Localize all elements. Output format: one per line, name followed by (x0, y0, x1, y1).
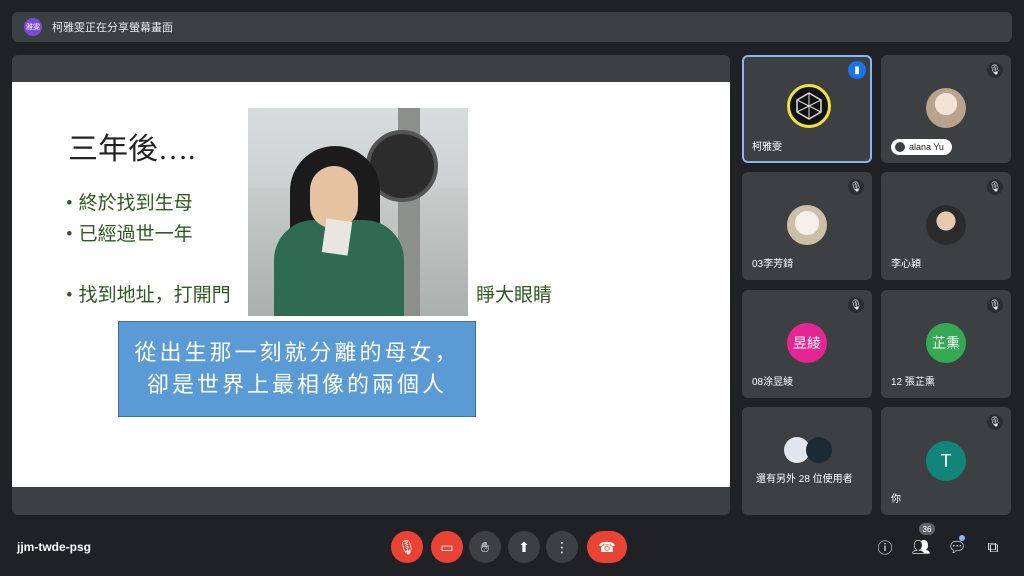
mic-off-icon: 🎙︎ (398, 538, 416, 555)
presentation-banner: 雅雯 柯雅雯正在分享螢幕畫面 (12, 12, 1012, 42)
speaking-icon: ▮ (848, 61, 866, 79)
participant-tile[interactable]: 🎙︎ 03李芳錡 (742, 172, 872, 280)
slide-photo (248, 108, 468, 316)
avatar (806, 437, 832, 463)
others-count-label: 還有另外 28 位使用者 (756, 474, 853, 485)
people-button[interactable]: 👥︎ (910, 536, 932, 558)
leave-call-button[interactable]: ☎ (587, 531, 627, 563)
bottom-control-bar: jjm-twde-psg 🎙︎ ▭ ✋︎ ⬆ ⋮ ☎ ⓘ 👥︎ 💬︎ ⧉ (0, 520, 1024, 576)
participant-name: 12 張芷熏 (891, 377, 935, 388)
participant-name: 你 (891, 494, 901, 505)
avatar (926, 88, 966, 128)
participant-name: 08涂昱綾 (752, 377, 794, 388)
info-icon: ⓘ (877, 539, 893, 557)
activities-icon: ⧉ (987, 538, 999, 556)
participant-name: 03李芳錡 (752, 259, 794, 270)
participant-tile[interactable]: 🎙︎ alana Yu (881, 55, 1011, 163)
shared-screen-stage: 三年後…. • 終於找到生母 • 已經過世一年 • 找到地址，打開門 睜大眼睛 從出生… (12, 55, 730, 515)
others-tile[interactable]: 還有另外 28 位使用者 (742, 407, 872, 515)
caption-line: 卻是世界上最相像的兩個人 (146, 372, 447, 397)
participant-name: 柯雅雯 (752, 142, 782, 153)
avatar (926, 205, 966, 245)
slide-bullet-continuation: 睜大眼睛 (476, 285, 553, 306)
activities-button[interactable]: ⧉ (982, 536, 1004, 558)
mic-off-icon: 🎙︎ (848, 179, 864, 195)
avatar: T (926, 441, 966, 481)
presentation-slide: 三年後…. • 終於找到生母 • 已經過世一年 • 找到地址，打開門 睜大眼睛 從出生… (12, 82, 730, 487)
slide-bullet: • 終於找到生母 (66, 193, 193, 214)
microphone-button[interactable]: 🎙︎ (391, 531, 423, 563)
more-options-button[interactable]: ⋮ (546, 531, 578, 563)
participant-tile[interactable]: 🎙︎ 李心穎 (881, 172, 1011, 280)
participant-name: 李心穎 (891, 259, 921, 270)
slide-bullet: • 已經過世一年 (66, 224, 193, 245)
camera-button[interactable]: ▭ (431, 531, 463, 563)
present-icon: ⬆ (518, 538, 530, 555)
chat-notification-dot (959, 535, 965, 541)
avatar (787, 84, 831, 128)
participant-tile[interactable]: 🎙︎ 昱綾 08涂昱綾 (742, 290, 872, 398)
raise-hand-button[interactable]: ✋︎ (469, 531, 501, 563)
more-vert-icon: ⋮ (555, 538, 569, 555)
participant-tile[interactable]: ▮ 柯雅雯 (742, 55, 872, 163)
avatar (787, 205, 827, 245)
avatar: 芷熏 (926, 323, 966, 363)
mic-off-icon: 🎙︎ (848, 297, 864, 313)
people-count-badge: 36 (919, 523, 935, 535)
avatar: 昱綾 (787, 323, 827, 363)
hang-up-icon: ☎ (598, 538, 616, 555)
caption-line: 從出生那一刻就分離的母女， (134, 340, 460, 365)
slide-bullet: • 找到地址，打開門 (66, 285, 231, 306)
mic-off-icon: 🎙︎ (987, 414, 1003, 430)
slide-title: 三年後…. (68, 133, 196, 166)
presenter-avatar: 雅雯 (24, 18, 42, 36)
people-icon: 👥︎ (911, 539, 931, 556)
hand-icon: ✋︎ (481, 538, 489, 555)
slide-caption-box: 從出生那一刻就分離的母女， 卻是世界上最相像的兩個人 (118, 321, 476, 417)
presenting-status-text: 柯雅雯正在分享螢幕畫面 (52, 22, 173, 34)
chat-icon: 💬︎ (947, 539, 967, 556)
meeting-code: jjm-twde-psg (17, 540, 91, 554)
participant-name: alana Yu (909, 142, 944, 152)
camera-off-icon: ▭ (440, 538, 454, 555)
mic-off-icon: 🎙︎ (987, 179, 1003, 195)
mic-off-icon: 🎙︎ (987, 297, 1003, 313)
participant-tile[interactable]: 🎙︎ 芷熏 12 張芷熏 (881, 290, 1011, 398)
speaker-icon (895, 142, 905, 152)
present-button[interactable]: ⬆ (508, 531, 540, 563)
participant-name-chip: alana Yu (891, 139, 952, 155)
mic-off-icon: 🎙︎ (987, 62, 1003, 78)
meeting-details-button[interactable]: ⓘ (874, 536, 896, 558)
self-tile[interactable]: 🎙︎ T 你 (881, 407, 1011, 515)
